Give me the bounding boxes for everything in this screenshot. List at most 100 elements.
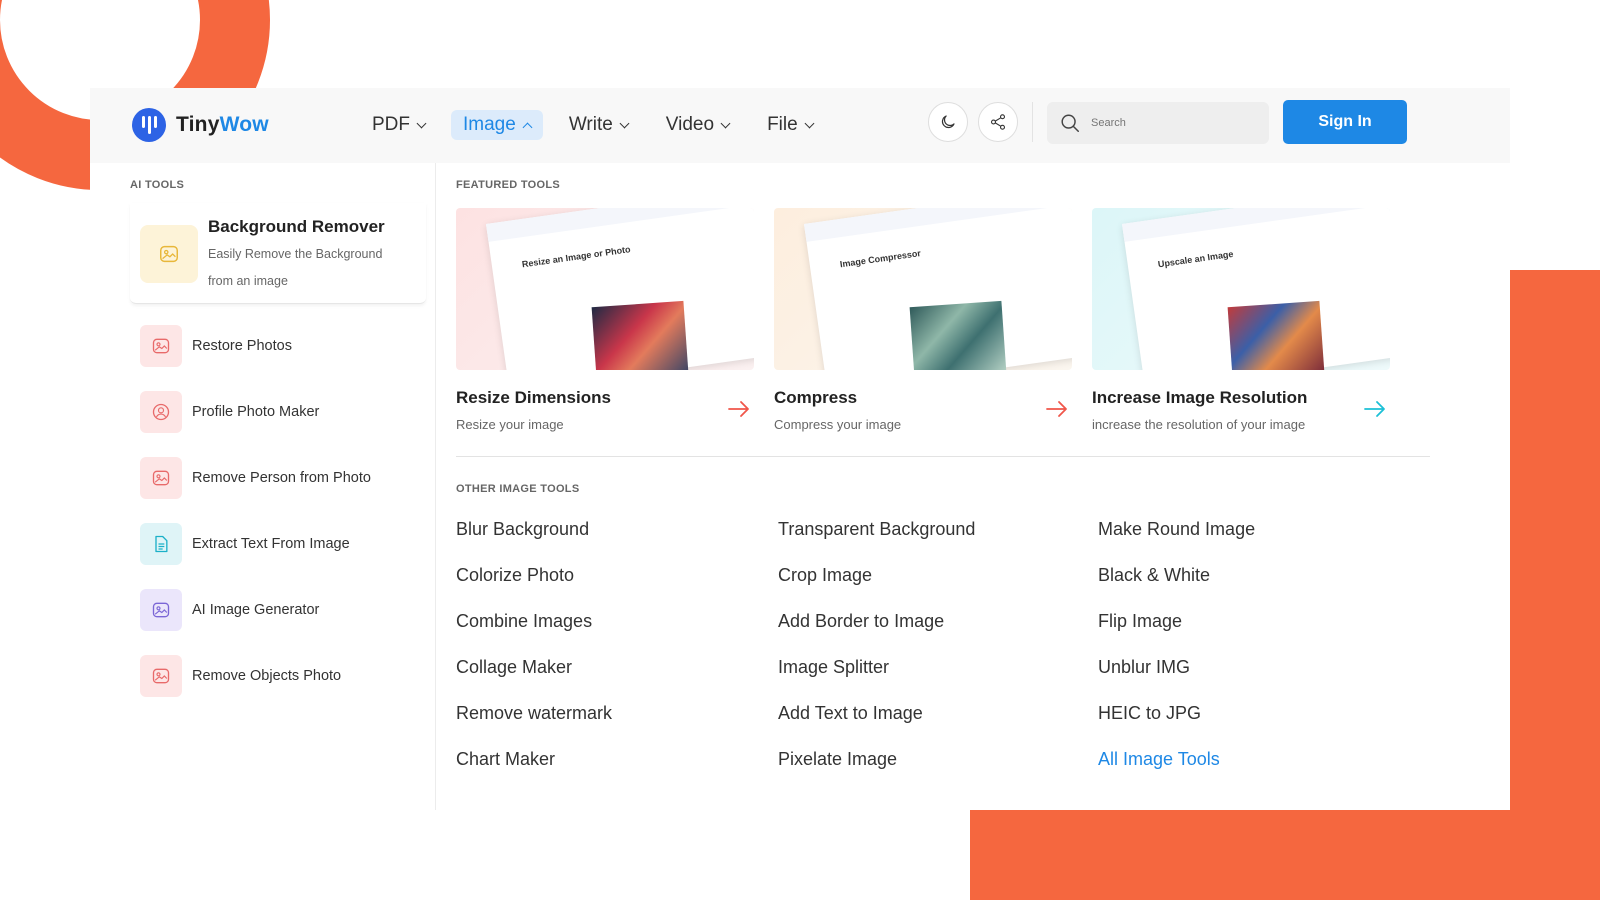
nav-item-video[interactable]: Video [654,110,741,140]
featured-tool-title: Increase Image Resolution [1092,388,1308,407]
tool-link[interactable]: Transparent Background [778,519,975,540]
share-icon [990,114,1006,130]
thumbnail-photo [1227,300,1325,370]
sign-in-button[interactable]: Sign In [1283,100,1407,144]
dark-mode-toggle[interactable] [928,102,968,142]
tool-link[interactable]: Make Round Image [1098,519,1255,540]
thumbnail-photo [909,300,1007,370]
chevron-down-icon [804,118,815,128]
nav-item-image[interactable]: Image [451,110,543,140]
header-divider [1032,102,1033,142]
chevron-down-icon [416,118,427,128]
nav-label: File [767,114,798,135]
ai-tools-panel: AI TOOLS Background Remover Easily Remov… [90,163,436,810]
profile-icon [140,391,182,433]
nav-label: PDF [372,114,410,135]
featured-tool-desc: Resize your image [456,417,564,432]
ai-tool-label: AI Image Generator [192,602,320,618]
ai-tools-title: AI TOOLS [130,179,185,191]
search-input[interactable] [1089,116,1243,130]
tool-link[interactable]: Black & White [1098,565,1210,586]
thumbnail-bar [804,208,1072,242]
tool-thumbnail: Image Compressor [774,208,1072,370]
tool-link[interactable]: Colorize Photo [456,565,574,586]
image-icon [140,655,182,697]
featured-tool-title: Resize Dimensions [456,388,611,407]
image-icon [140,589,182,631]
featured-ai-tool[interactable]: Background Remover Easily Remove the Bac… [130,203,426,304]
tool-link[interactable]: Chart Maker [456,749,555,770]
tool-link[interactable]: Unblur IMG [1098,657,1190,678]
logo-text-tiny: Tiny [176,113,220,136]
logo-text-wow: Wow [219,113,269,136]
arrow-right-icon[interactable] [1364,400,1386,418]
nav-item-pdf[interactable]: PDF [360,110,437,140]
nav-item-write[interactable]: Write [557,110,640,140]
arrow-right-icon[interactable] [728,400,750,418]
featured-tool-title: Compress [774,388,858,407]
ai-tool-extract-text[interactable]: Extract Text From Image [140,523,350,565]
ai-tool-label: Restore Photos [192,338,292,354]
chevron-down-icon [720,118,731,128]
nav-label: Video [665,114,715,135]
thumbnail-bar [486,208,754,242]
thumbnail-text: Resize an Image or Photo [521,244,632,270]
featured-tool-desc: increase the resolution of your image [1092,417,1306,432]
arrow-right-icon[interactable] [1046,400,1068,418]
tool-link[interactable]: Pixelate Image [778,749,897,770]
tool-link[interactable]: Flip Image [1098,611,1182,632]
document-icon [140,523,182,565]
image-icon [140,325,182,367]
main-nav: PDF Image Write Video File [360,110,839,140]
thumbnail-text: Image Compressor [839,248,922,270]
nav-label: Image [463,114,516,135]
tool-link[interactable]: Add Border to Image [778,611,944,632]
image-tools-panel: FEATURED TOOLS Resize an Image or Photo … [436,163,1510,810]
chevron-up-icon [522,122,533,132]
nav-label: Write [568,114,613,135]
ai-tool-label: Remove Person from Photo [192,470,371,486]
thumbnail-photo [591,300,689,370]
ai-tool-remove-objects[interactable]: Remove Objects Photo [140,655,341,697]
search-box[interactable] [1047,102,1269,144]
mega-menu-card: TinyWow PDF Image Write Video File Sign … [90,88,1510,810]
logo[interactable]: TinyWow [132,108,269,142]
ai-tool-profile-photo-maker[interactable]: Profile Photo Maker [140,391,319,433]
tool-link[interactable]: Add Text to Image [778,703,923,724]
logo-icon [132,108,166,142]
tool-thumbnail: Upscale an Image [1092,208,1390,370]
ai-tool-label: Extract Text From Image [192,536,350,552]
thumbnail-bar [1122,208,1390,242]
tool-link[interactable]: Crop Image [778,565,872,586]
image-icon [140,225,198,283]
section-divider [456,456,1430,457]
tool-link[interactable]: Collage Maker [456,657,572,678]
logo-text: TinyWow [176,113,269,137]
ai-tool-restore-photos[interactable]: Restore Photos [140,325,292,367]
tool-link[interactable]: Remove watermark [456,703,612,724]
ai-tool-label: Profile Photo Maker [192,404,320,420]
tool-link[interactable]: HEIC to JPG [1098,703,1201,724]
thumbnail-text: Upscale an Image [1157,248,1234,270]
chevron-down-icon [619,118,630,128]
decorative-block-right [1510,270,1600,900]
all-image-tools-link[interactable]: All Image Tools [1098,749,1220,770]
tool-thumbnail: Resize an Image or Photo [456,208,754,370]
image-icon [140,457,182,499]
nav-item-file[interactable]: File [755,110,825,140]
tool-link[interactable]: Combine Images [456,611,592,632]
featured-tools-title: FEATURED TOOLS [456,179,561,191]
moon-icon [941,115,955,129]
tool-link[interactable]: Image Splitter [778,657,889,678]
header: TinyWow PDF Image Write Video File Sign … [90,88,1510,163]
ai-tool-remove-person[interactable]: Remove Person from Photo [140,457,371,499]
featured-ai-title: Background Remover [208,217,385,236]
decorative-block-bottom [970,810,1600,900]
tool-link[interactable]: Blur Background [456,519,589,540]
featured-ai-desc: Easily Remove the Background from an ima… [208,247,383,288]
share-button[interactable] [978,102,1018,142]
ai-tool-label: Remove Objects Photo [192,668,342,684]
ai-tool-image-generator[interactable]: AI Image Generator [140,589,319,631]
featured-tool-desc: Compress your image [774,417,902,432]
search-icon [1061,114,1079,132]
